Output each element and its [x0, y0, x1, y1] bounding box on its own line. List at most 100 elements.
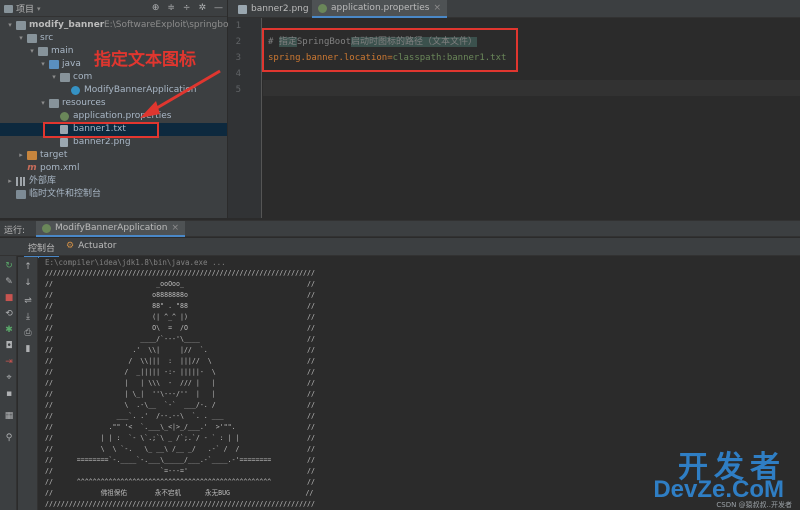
watermark-sub: CSDN @猿叔叔..开发者: [716, 501, 792, 509]
hide-icon[interactable]: —: [214, 3, 223, 13]
tree-item-label: resources: [62, 98, 106, 108]
debug-icon[interactable]: ✱: [3, 324, 15, 336]
chevron-down-icon[interactable]: ▾: [17, 32, 25, 45]
arrow-up-icon[interactable]: ↑: [22, 261, 34, 273]
tab-application-properties[interactable]: application.properties ×: [312, 0, 447, 18]
arrow-down-icon[interactable]: ↓: [22, 277, 34, 289]
banner-line: // ^^^^^^^^^^^^^^^^^^^^^^^^^^^^^^^^^^^^^…: [45, 478, 315, 486]
project-view-selector[interactable]: 项目 ▾: [4, 2, 41, 15]
run-action-rail: ↻ ✎ ■ ⟲ ✱ ◘ ⇥ ⌖ ▪ ▦ ⚲: [0, 238, 17, 510]
tab-console-label: 控制台: [28, 244, 56, 254]
tree-item-[interactable]: 临时文件和控制台: [0, 188, 227, 201]
target-icon[interactable]: ⊕: [152, 3, 160, 13]
banner-line: // | \_| ''\---/'' | | //: [45, 390, 315, 398]
expand-all-icon[interactable]: ÷: [183, 3, 191, 13]
console-command: E:\compiler\idea\jdk1.8\bin\java.exe ...: [45, 258, 226, 267]
banner-line: // ."" '< `.___\_<|>_/___.' >'"". //: [45, 423, 315, 431]
folder-icon: [49, 99, 59, 108]
actuator-icon: ⚙: [66, 241, 75, 251]
tree-item-target[interactable]: ▸ target: [0, 149, 227, 162]
run-tab-modifybannerapplication[interactable]: ModifyBannerApplication ×: [36, 221, 185, 237]
pin-icon[interactable]: ⌖: [3, 372, 15, 384]
banner-line: ////////////////////////////////////////…: [45, 500, 315, 508]
tree-item-[interactable]: ▸ 外部库: [0, 175, 227, 188]
trash-icon[interactable]: ▪: [3, 388, 15, 400]
line-number: 4: [235, 69, 241, 79]
maven-icon: m: [27, 163, 37, 173]
tree-item-label: modify_banner: [29, 20, 105, 30]
tree-item-label: application.properties: [73, 111, 172, 121]
excluded-folder-icon: [27, 151, 37, 160]
line-number: 3: [235, 53, 241, 63]
tree-item-com[interactable]: ▾ com: [0, 71, 227, 84]
banner-line: // 88" . "88 //: [45, 302, 315, 310]
tab-label: application.properties: [331, 3, 430, 13]
tab-actuator[interactable]: ⚙ Actuator: [66, 241, 117, 251]
pin-tab-icon[interactable]: ⚲: [3, 432, 15, 444]
code-annotation-box: [262, 28, 518, 72]
current-line-highlight: [263, 80, 800, 96]
close-icon[interactable]: ×: [433, 3, 441, 13]
chevron-down-icon[interactable]: ▾: [39, 58, 47, 71]
camera-icon[interactable]: ◘: [3, 340, 15, 352]
rerun-icon[interactable]: ↻: [3, 260, 15, 272]
run-label: 运行:: [4, 226, 26, 236]
banner-line: // _ooOoo_ //: [45, 280, 315, 288]
banner-line: // | | \\\ - /// | | //: [45, 379, 315, 387]
banner-line: // | | : `- \`.;`\ _ /`;.`/ - ` : | | //: [45, 434, 315, 442]
tree-item-resources[interactable]: ▾ resources: [0, 97, 227, 110]
chevron-down-icon[interactable]: ▾: [28, 45, 36, 58]
tab-console[interactable]: 控制台: [23, 241, 60, 258]
restart-icon[interactable]: ⟲: [3, 308, 15, 320]
chevron-down-icon: ▾: [37, 4, 41, 13]
close-icon[interactable]: ×: [171, 223, 179, 233]
tree-item-modify-banner[interactable]: ▾ modify_banner E:\SoftwareExploit\springb…: [0, 19, 243, 32]
tree-item-banner1-txt[interactable]: banner1.txt: [0, 123, 227, 136]
image-file-icon: [238, 4, 247, 14]
banner-line: // / _||||| -:- |||||- \ //: [45, 368, 315, 376]
layout-icon[interactable]: ▦: [3, 410, 15, 422]
tab-label: banner2.png: [251, 4, 309, 14]
chevron-down-icon[interactable]: ▾: [6, 19, 14, 32]
banner-line: ////////////////////////////////////////…: [45, 269, 315, 277]
chevron-down-icon[interactable]: ▾: [50, 71, 58, 84]
run-config-icon: [42, 223, 51, 233]
tree-item-label: src: [40, 33, 54, 43]
scroll-to-end-icon[interactable]: ⤓: [22, 311, 34, 323]
line-number: 2: [235, 37, 241, 47]
tree-item-modifybannerapplication[interactable]: ModifyBannerApplication: [0, 84, 227, 97]
tree-item-label: 临时文件和控制台: [29, 189, 102, 199]
chevron-right-icon[interactable]: ▸: [6, 175, 14, 188]
banner-line: // ___`. .' /--.--\ `. . ___ //: [45, 412, 315, 420]
banner-line: // (| ^_^ |) //: [45, 313, 315, 321]
clear-icon[interactable]: ▮: [22, 343, 34, 355]
chevron-right-icon[interactable]: ▸: [17, 149, 25, 162]
tree-item-label: pom.xml: [40, 163, 80, 173]
print-icon[interactable]: ⎙: [22, 327, 34, 339]
folder-icon: [60, 73, 70, 82]
tree-item-label: com: [73, 72, 93, 82]
collapse-all-icon[interactable]: ≑: [167, 3, 175, 13]
project-toolbar: ⊕ ≑ ÷ ✲ —: [152, 3, 223, 13]
tree-item-application-properties[interactable]: application.properties: [0, 110, 227, 123]
soft-wrap-icon[interactable]: ⇌: [22, 295, 34, 307]
banner-line: // ========`-.____`-.___\_____/___.-`___…: [45, 456, 315, 464]
library-icon: [16, 177, 26, 186]
exit-icon[interactable]: ⇥: [3, 356, 15, 368]
source-folder-icon: [49, 60, 59, 69]
scratch-icon: [16, 190, 26, 199]
banner-line: // ____/`---'\____ //: [45, 335, 315, 343]
tree-item-src[interactable]: ▾ src: [0, 32, 227, 45]
line-gutter: 1 2 3 4 5: [228, 18, 262, 218]
banner-line: // / \\||| : |||// \ //: [45, 357, 315, 365]
chevron-down-icon[interactable]: ▾: [39, 97, 47, 110]
gear-icon[interactable]: ✲: [198, 3, 206, 13]
project-panel: 项目 ▾ ⊕ ≑ ÷ ✲ — ▾ modify_banner E:\Software…: [0, 0, 243, 218]
tree-item-banner2-png[interactable]: banner2.png: [0, 136, 227, 149]
banner-line: // \ .-\__ `-` ___/-. / //: [45, 401, 315, 409]
project-header: 项目 ▾ ⊕ ≑ ÷ ✲ —: [0, 0, 227, 17]
tree-item-pom-xml[interactable]: m pom.xml: [0, 162, 227, 175]
project-path: E:\SoftwareExploit\springboot2: [104, 20, 244, 30]
stop-icon[interactable]: ■: [3, 292, 15, 304]
wrench-icon[interactable]: ✎: [3, 276, 15, 288]
